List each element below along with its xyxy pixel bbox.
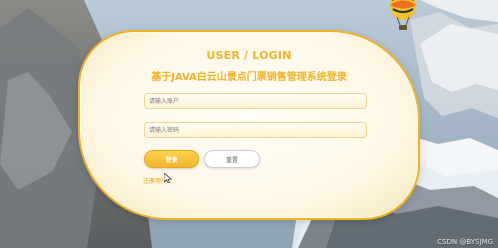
reset-button[interactable]: 重置: [204, 150, 260, 168]
password-input[interactable]: [144, 122, 367, 138]
username-input[interactable]: [144, 93, 367, 109]
hot-air-balloon-icon: [390, 0, 416, 30]
login-button[interactable]: 登录: [144, 150, 199, 168]
login-title-cn: 基于JAVA白云山景点门票销售管理系统登录: [151, 72, 347, 83]
login-title-en: USER / LOGIN: [206, 49, 292, 62]
mouse-pointer-icon: [164, 173, 172, 183]
watermark: CSDN @BYSJMG: [437, 238, 493, 246]
login-card: USER / LOGIN 基于JAVA白云山景点门票销售管理系统登录 登录 重置…: [78, 30, 420, 220]
